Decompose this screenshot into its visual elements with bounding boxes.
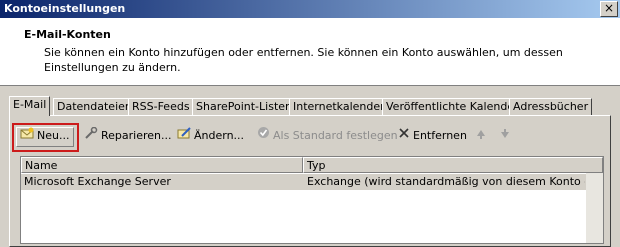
move-down-button[interactable] bbox=[500, 125, 510, 147]
repair-icon bbox=[84, 125, 98, 147]
tab-rss-feeds[interactable]: RSS-Feeds bbox=[128, 98, 194, 115]
arrow-up-icon bbox=[476, 129, 486, 142]
tab-address-books[interactable]: Adressbücher bbox=[509, 98, 593, 115]
change-account-icon bbox=[177, 125, 191, 147]
new-button-label: Neu... bbox=[37, 129, 70, 142]
remove-x-icon bbox=[398, 125, 410, 147]
arrow-down-icon bbox=[500, 129, 510, 142]
list-scrollbar[interactable] bbox=[586, 173, 603, 243]
change-button-label: Ändern... bbox=[194, 129, 245, 142]
remove-button[interactable]: Entfernen bbox=[398, 125, 467, 147]
section-title: E-Mail-Konten bbox=[24, 28, 111, 41]
section-description: Sie können ein Konto hinzufügen oder ent… bbox=[44, 46, 563, 74]
close-button[interactable]: × bbox=[600, 1, 618, 17]
account-type: Exchange (wird standardmäßig von diesem … bbox=[307, 175, 585, 188]
new-account-icon bbox=[20, 125, 34, 147]
repair-button[interactable]: Reparieren... bbox=[84, 125, 172, 147]
remove-button-label: Entfernen bbox=[413, 129, 467, 142]
move-up-button[interactable] bbox=[476, 125, 486, 147]
tab-data-files[interactable]: Datendateien bbox=[53, 98, 136, 115]
change-button[interactable]: Ändern... bbox=[177, 125, 244, 147]
set-default-button[interactable]: Als Standard festlegen bbox=[257, 125, 398, 147]
check-circle-icon bbox=[257, 125, 270, 147]
tab-internet-calendars[interactable]: Internetkalender bbox=[289, 98, 389, 115]
tab-published-calendars[interactable]: Veröffentlichte Kalender bbox=[382, 98, 523, 115]
title-bar: Kontoeinstellungen × bbox=[0, 0, 620, 18]
header-panel: E-Mail-Konten Sie können ein Konto hinzu… bbox=[0, 18, 620, 86]
account-list[interactable]: Name Typ Microsoft Exchange Server Excha… bbox=[20, 156, 604, 244]
set-default-label: Als Standard festlegen bbox=[273, 129, 398, 142]
table-row[interactable]: Microsoft Exchange Server Exchange (wird… bbox=[21, 174, 586, 190]
repair-button-label: Reparieren... bbox=[101, 129, 172, 142]
column-header-name[interactable]: Name bbox=[21, 157, 303, 173]
tab-email[interactable]: E-Mail bbox=[9, 96, 51, 116]
column-header-type[interactable]: Typ bbox=[303, 157, 603, 173]
tab-sharepoint-lists[interactable]: SharePoint-Listen bbox=[192, 98, 296, 115]
account-name: Microsoft Exchange Server bbox=[24, 175, 171, 188]
window-title: Kontoeinstellungen bbox=[4, 2, 126, 15]
close-icon: × bbox=[603, 1, 615, 15]
new-button[interactable]: Neu... bbox=[20, 125, 69, 147]
